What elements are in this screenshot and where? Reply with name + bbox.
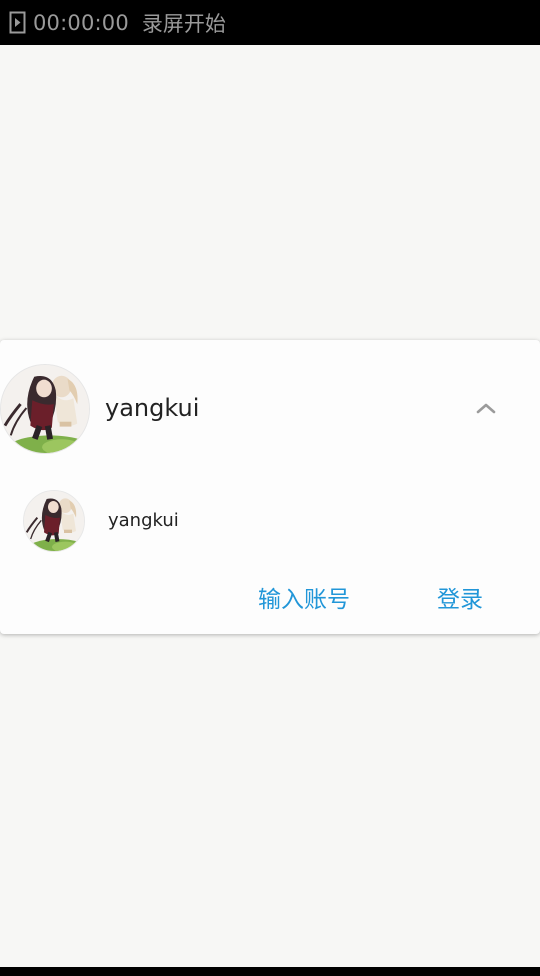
anime-avatar-icon [23, 490, 85, 552]
enter-account-button[interactable]: 输入账号 [258, 580, 350, 620]
navigation-bar [0, 967, 540, 976]
play-box-icon [9, 11, 26, 34]
status-bar: 00:00:00 录屏开始 [0, 0, 540, 45]
current-username: yangkui [105, 394, 200, 422]
login-button[interactable]: 登录 [437, 580, 483, 620]
current-account: yangkui [0, 340, 540, 480]
recording-status-text: 录屏开始 [141, 11, 226, 36]
screen: 00:00:00 录屏开始 yangkui yangkui 输入账号 登录 [0, 0, 540, 976]
saved-account-username: yangkui [108, 510, 179, 531]
anime-avatar-icon [0, 364, 90, 454]
list-item[interactable]: yangkui [0, 486, 540, 556]
chevron-up-icon[interactable] [470, 392, 502, 424]
recording-timer: 00:00:00 [33, 10, 129, 35]
